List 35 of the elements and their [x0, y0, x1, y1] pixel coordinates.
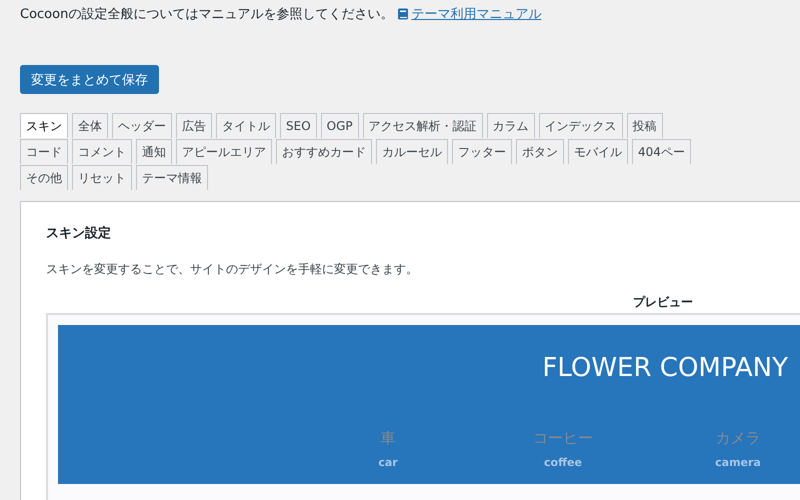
tab[interactable]: カルーセル [376, 139, 448, 164]
tab[interactable]: OGP [320, 113, 359, 138]
tab[interactable]: SEO [280, 113, 317, 138]
tab[interactable]: リセット [72, 165, 132, 190]
tab[interactable]: タイトル [216, 113, 276, 138]
tab[interactable]: ヘッダー [112, 113, 172, 138]
nav-caption: coffee [544, 456, 582, 469]
preview-label: プレビュー [633, 294, 694, 311]
tab[interactable]: ボタン [516, 139, 564, 164]
tab[interactable]: インデックス [538, 113, 623, 138]
tab[interactable]: コード [20, 139, 68, 164]
tab[interactable]: カラム [486, 113, 535, 138]
notice-text: Cocoonの設定全般についてはマニュアルを参照してください。 [20, 6, 394, 23]
nav-caption: car [378, 456, 398, 469]
tab[interactable]: テーマ情報 [136, 165, 208, 190]
tab[interactable]: アピールエリア [176, 139, 272, 164]
tab[interactable]: その他 [20, 165, 68, 190]
tab[interactable]: 投稿 [626, 113, 663, 138]
site-title: FLOWER COMPANY [541, 352, 789, 385]
panel-title: スキン設定 [46, 224, 112, 242]
tab[interactable]: 広告 [176, 113, 212, 138]
save-button[interactable]: 変更をまとめて保存 [20, 65, 159, 94]
book-icon [397, 8, 410, 20]
tab[interactable]: スキン [20, 113, 68, 138]
tab[interactable]: モバイル [568, 139, 628, 164]
tab[interactable]: コメント [72, 139, 132, 164]
tab[interactable]: 全体 [72, 113, 108, 138]
tab[interactable]: 通知 [136, 139, 172, 164]
nav-caption: camera [715, 456, 761, 469]
tab[interactable]: アクセス解析・認証 [362, 113, 483, 138]
tab[interactable]: フッター [452, 139, 512, 164]
tab[interactable]: 404ペー [632, 139, 691, 164]
manual-link[interactable]: テーマ利用マニュアル [397, 5, 542, 23]
tab[interactable]: おすすめカード [276, 139, 372, 164]
panel-description: スキンを変更することで、サイトのデザインを手軽に変更できます。 [46, 261, 419, 278]
